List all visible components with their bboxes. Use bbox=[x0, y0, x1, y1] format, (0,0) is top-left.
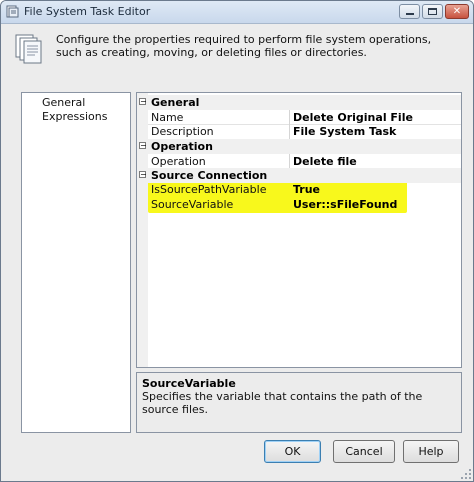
category-general[interactable]: − General bbox=[137, 95, 461, 110]
property-grid: − General Name Delete Original File Desc… bbox=[136, 92, 462, 368]
category-operation[interactable]: − Operation bbox=[137, 139, 461, 154]
category-label: Source Connection bbox=[151, 169, 268, 182]
resize-grip-icon[interactable] bbox=[460, 468, 472, 480]
property-name: Name bbox=[151, 111, 184, 124]
task-icon bbox=[6, 5, 19, 18]
property-name: IsSourcePathVariable bbox=[151, 183, 267, 196]
property-value[interactable]: True bbox=[293, 183, 320, 196]
close-button[interactable]: ✕ bbox=[445, 4, 469, 19]
task-description: Configure the properties required to per… bbox=[56, 33, 432, 59]
documents-icon bbox=[15, 34, 42, 64]
close-icon: ✕ bbox=[452, 6, 462, 17]
property-row-issourcepathvariable[interactable]: IsSourcePathVariable True bbox=[137, 182, 461, 197]
property-row-sourcevariable[interactable]: SourceVariable User::sFileFound bbox=[137, 197, 461, 212]
property-value[interactable]: Delete Original File bbox=[293, 111, 413, 124]
property-row-name[interactable]: Name Delete Original File bbox=[137, 110, 461, 125]
minimize-button[interactable] bbox=[399, 4, 420, 19]
description-text: Specifies the variable that contains the… bbox=[142, 390, 423, 416]
category-label: General bbox=[151, 96, 200, 109]
collapse-icon[interactable]: − bbox=[139, 171, 147, 179]
nav-item-general[interactable]: General bbox=[42, 96, 85, 109]
column-divider bbox=[289, 110, 290, 125]
maximize-button[interactable] bbox=[422, 4, 443, 19]
nav-item-expressions[interactable]: Expressions bbox=[42, 110, 107, 123]
property-name: Operation bbox=[151, 155, 206, 168]
collapse-icon[interactable]: − bbox=[139, 142, 147, 150]
description-title: SourceVariable bbox=[142, 377, 236, 390]
ok-button[interactable]: OK bbox=[264, 440, 321, 463]
cancel-button[interactable]: Cancel bbox=[333, 440, 395, 463]
property-value[interactable]: File System Task bbox=[293, 125, 396, 138]
category-label: Operation bbox=[151, 140, 213, 153]
property-name: Description bbox=[151, 125, 214, 138]
property-name: SourceVariable bbox=[151, 198, 234, 211]
column-divider bbox=[289, 124, 290, 139]
category-source-connection[interactable]: − Source Connection bbox=[137, 168, 461, 183]
property-description-panel: SourceVariable Specifies the variable th… bbox=[136, 372, 462, 433]
column-divider bbox=[289, 154, 290, 169]
maximize-icon bbox=[428, 8, 437, 15]
title-bar[interactable]: File System Task Editor ✕ bbox=[1, 1, 473, 24]
property-value[interactable]: Delete file bbox=[293, 155, 357, 168]
collapse-icon[interactable]: − bbox=[139, 98, 147, 106]
property-row-operation[interactable]: Operation Delete file bbox=[137, 154, 461, 169]
dialog-window: File System Task Editor ✕ Configure the … bbox=[0, 0, 474, 482]
property-value[interactable]: User::sFileFound bbox=[293, 198, 397, 211]
help-button[interactable]: Help bbox=[403, 440, 459, 463]
minimize-icon bbox=[406, 13, 414, 15]
window-title: File System Task Editor bbox=[24, 5, 151, 18]
page-navigation: General Expressions bbox=[21, 92, 131, 433]
property-row-description[interactable]: Description File System Task bbox=[137, 124, 461, 139]
